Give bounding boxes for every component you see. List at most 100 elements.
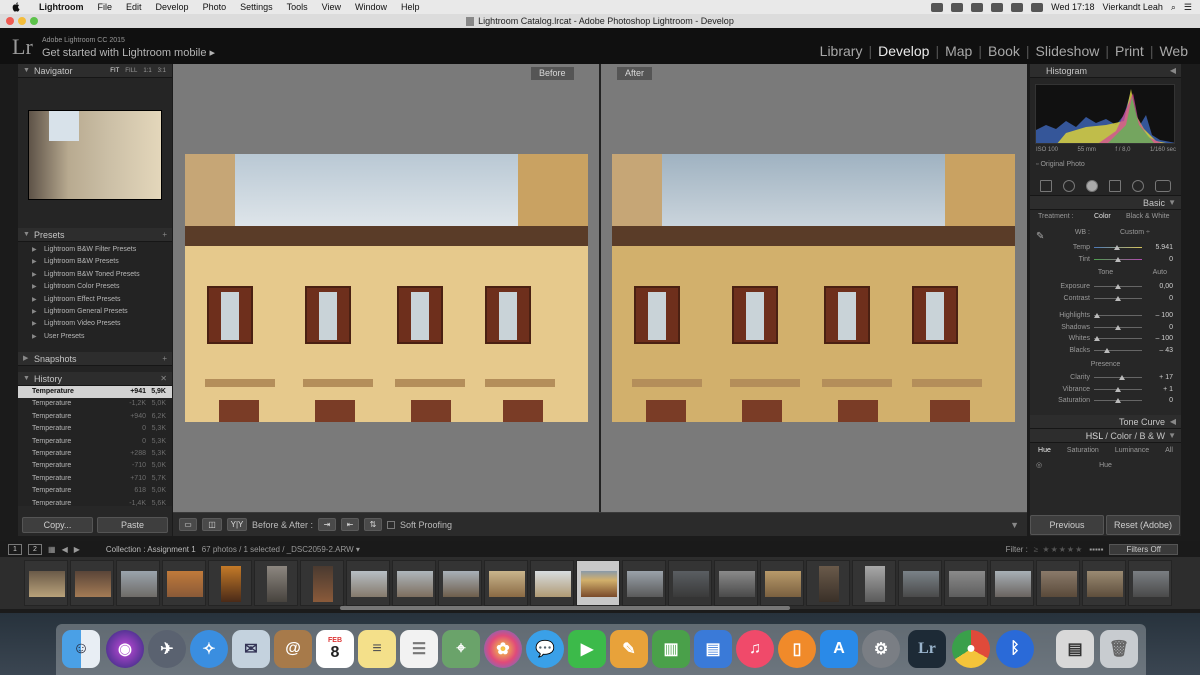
highlights-slider[interactable] (1094, 313, 1142, 318)
crop-tool-icon[interactable] (1039, 179, 1052, 192)
graduated-filter-icon[interactable] (1109, 179, 1122, 192)
tint-slider[interactable] (1094, 256, 1142, 262)
soft-proofing-checkbox[interactable] (387, 520, 396, 529)
menu-view[interactable]: View (315, 0, 348, 14)
snapshots-header[interactable]: ▶ Snapshots + (18, 352, 172, 366)
red-eye-icon[interactable] (1085, 179, 1098, 192)
slider-knob[interactable] (1115, 284, 1121, 289)
slider-value[interactable]: + 17 (1159, 372, 1173, 384)
hsl-all-tab[interactable]: All (1165, 443, 1173, 459)
slider-knob[interactable] (1094, 313, 1100, 318)
filmstrip-thumbnail[interactable] (714, 560, 758, 606)
lightroom-dock-icon[interactable]: Lr (908, 630, 946, 668)
filmstrip-scrollbar[interactable] (340, 606, 790, 610)
radial-filter-icon[interactable] (1132, 179, 1145, 192)
navigator-header[interactable]: ▼ Navigator FIT FILL 1:1 3:1 (18, 64, 172, 78)
numbers-icon[interactable]: ▥ (652, 630, 690, 668)
copy-after-to-before-icon[interactable]: ⇤ (341, 518, 360, 531)
targeted-adjust-icon[interactable]: ◎ (1036, 459, 1042, 473)
temp-slider-knob[interactable] (1114, 245, 1120, 250)
history-row[interactable]: Temperature 618 5,0K (18, 485, 172, 497)
photos-icon[interactable]: ✿ (484, 630, 522, 668)
app-store-icon[interactable]: A (820, 630, 858, 668)
filmstrip-thumbnail[interactable] (24, 560, 68, 606)
preset-folder[interactable]: ▶ User Presets (18, 331, 172, 343)
filmstrip-thumbnail[interactable] (760, 560, 804, 606)
mail-stamp-icon[interactable]: ✉ (232, 630, 270, 668)
main-window-button[interactable]: 1 (8, 543, 22, 555)
treatment-color[interactable]: Color (1094, 210, 1111, 224)
volume-icon[interactable] (1011, 2, 1024, 12)
zoom-window-button[interactable] (30, 17, 38, 25)
history-header[interactable]: ▼ History ✕ (18, 372, 172, 386)
notes-icon[interactable]: ≡ (358, 630, 396, 668)
add-preset-icon[interactable]: + (162, 228, 167, 242)
slider-value[interactable]: – 100 (1155, 310, 1173, 322)
before-photo[interactable] (185, 154, 588, 422)
clarity-row[interactable]: Clarity + 17 (1030, 372, 1181, 384)
preset-folder[interactable]: ▶ Lightroom Effect Presets (18, 294, 172, 306)
slider-knob[interactable] (1115, 295, 1121, 301)
side-by-side-icon[interactable]: ◫ (202, 518, 222, 531)
slider-knob[interactable] (1119, 375, 1125, 380)
copy-before-to-after-icon[interactable]: ⇥ (318, 518, 337, 531)
menu-settings[interactable]: Settings (233, 0, 280, 14)
history-row[interactable]: Temperature 0 5,3K (18, 436, 172, 448)
filmstrip-thumbnail[interactable] (852, 560, 896, 606)
hsl-saturation-tab[interactable]: Saturation (1067, 443, 1099, 459)
shadows-row[interactable]: Shadows 0 (1030, 322, 1181, 334)
reminders-icon[interactable]: ☰ (400, 630, 438, 668)
after-photo[interactable] (612, 154, 1015, 422)
siri-icon[interactable]: ◉ (106, 630, 144, 668)
back-arrow-icon[interactable]: ◀ (62, 545, 68, 554)
histogram-header[interactable]: Histogram ◀ (1030, 64, 1181, 78)
color-tab[interactable]: Color (1110, 431, 1132, 441)
filmstrip-thumbnail[interactable] (300, 560, 344, 606)
tint-value[interactable]: 0 (1169, 254, 1173, 266)
apple-icon[interactable] (10, 2, 22, 12)
module-library[interactable]: Library (816, 43, 867, 59)
history-row[interactable]: Temperature 0 5,3K (18, 423, 172, 435)
filmstrip-thumbnail[interactable] (668, 560, 712, 606)
facetime-icon[interactable]: ▶ (568, 630, 606, 668)
filmstrip-thumbnail[interactable] (392, 560, 436, 606)
pages-icon[interactable]: ✎ (610, 630, 648, 668)
photo-count-label[interactable]: 67 photos / 1 selected / _DSC2059-2.ARW … (202, 545, 360, 554)
reset-button[interactable]: Reset (Adobe) (1106, 515, 1180, 535)
filmstrip-thumbnail[interactable] (484, 560, 528, 606)
finder-icon[interactable]: ☺ (62, 630, 100, 668)
secondary-window-button[interactable]: 2 (28, 543, 42, 555)
preset-folder[interactable]: ▶ Lightroom B&W Toned Presets (18, 269, 172, 281)
filmstrip-thumbnail[interactable] (438, 560, 482, 606)
treatment-bw[interactable]: Black & White (1126, 210, 1170, 224)
rating-filter-stars[interactable]: ≥ ★★★★★ (1034, 545, 1083, 554)
tone-curve-header[interactable]: Tone Curve ◀ (1030, 414, 1181, 429)
preset-folder[interactable]: ▶ Lightroom Video Presets (18, 318, 172, 330)
grid-view-icon[interactable]: ▦ (48, 545, 56, 554)
slider-knob[interactable] (1115, 386, 1121, 392)
clarity-slider[interactable] (1094, 375, 1142, 380)
menu-tools[interactable]: Tools (280, 0, 315, 14)
histogram-graph[interactable] (1035, 84, 1175, 144)
whites-row[interactable]: Whites – 100 (1030, 333, 1181, 345)
bluetooth-dock-icon[interactable]: ᛒ (996, 630, 1034, 668)
loupe-view-icon[interactable]: ▭ (179, 518, 197, 531)
temp-row[interactable]: Temp 5.941 (1030, 242, 1181, 254)
zoom-3-1[interactable]: 3:1 (158, 64, 166, 78)
chrome-icon[interactable]: ● (952, 630, 990, 668)
itunes-icon[interactable]: ♫ (736, 630, 774, 668)
slider-value[interactable]: 0,00 (1159, 281, 1173, 293)
previous-button[interactable]: Previous (1030, 515, 1104, 535)
ibooks-icon[interactable]: ▯ (778, 630, 816, 668)
filmstrip-thumbnail[interactable] (944, 560, 988, 606)
hsl-header[interactable]: HSL / Color / B & W ▼ (1030, 428, 1181, 443)
keynote-icon[interactable]: ▤ (694, 630, 732, 668)
temp-slider[interactable] (1094, 245, 1142, 250)
toolbar-menu-chevron-icon[interactable]: ▼ (1010, 520, 1019, 530)
time-machine-icon[interactable] (951, 2, 964, 12)
shadows-slider[interactable] (1094, 324, 1142, 330)
clear-history-icon[interactable]: ✕ (160, 372, 167, 386)
menu-window[interactable]: Window (348, 0, 394, 14)
slider-value[interactable]: – 100 (1155, 333, 1173, 345)
color-label-filter[interactable]: ▪▪▪▪▪ (1089, 545, 1103, 554)
